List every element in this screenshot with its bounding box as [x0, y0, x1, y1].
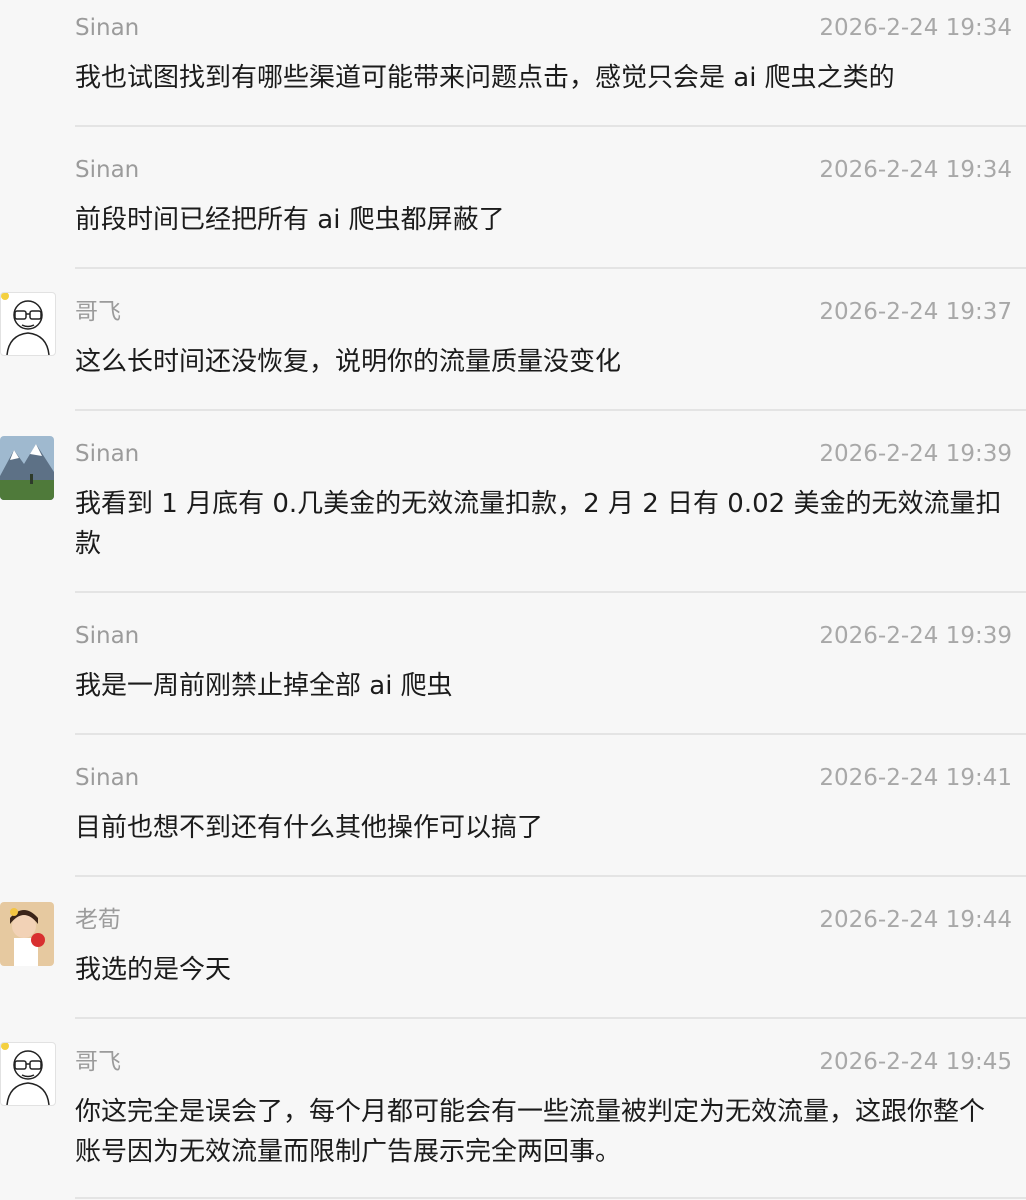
message-divider	[75, 267, 1026, 269]
mountain-photo[interactable]	[0, 436, 54, 500]
message-timestamp: 2026-2-24 19:39	[819, 623, 1012, 649]
sender-name[interactable]: Sinan	[75, 764, 139, 792]
message-text: 这么长时间还没恢复，说明你的流量质量没变化	[75, 347, 622, 377]
message-divider	[75, 125, 1026, 127]
sender-name[interactable]: Sinan	[75, 622, 139, 650]
message-text: 前段时间已经把所有 ai 爬虫都屏蔽了	[75, 205, 505, 235]
message-text: 我是一周前刚禁止掉全部 ai 爬虫	[75, 671, 453, 701]
message-text: 目前也想不到还有什么其他操作可以搞了	[75, 813, 544, 843]
message-timestamp: 2026-2-24 19:39	[819, 441, 1012, 467]
message-divider	[75, 409, 1026, 411]
cartoon-man-icon[interactable]	[0, 1042, 56, 1106]
message-timestamp: 2026-2-24 19:34	[819, 157, 1012, 183]
message-timestamp: 2026-2-24 19:34	[819, 15, 1012, 41]
sender-name[interactable]: 老荀	[75, 906, 121, 934]
sender-name[interactable]: Sinan	[75, 156, 139, 184]
sender-name[interactable]: Sinan	[75, 440, 139, 468]
message-timestamp: 2026-2-24 19:37	[819, 299, 1012, 325]
cartoon-man-icon[interactable]	[0, 292, 56, 356]
sender-name[interactable]: Sinan	[75, 14, 139, 42]
message-divider	[75, 1197, 1026, 1199]
message-timestamp: 2026-2-24 19:41	[819, 765, 1012, 791]
message-divider	[75, 591, 1026, 593]
message-timestamp: 2026-2-24 19:44	[819, 907, 1012, 933]
message-text: 我选的是今天	[75, 955, 232, 985]
message-timestamp: 2026-2-24 19:45	[819, 1049, 1012, 1075]
message-divider	[75, 875, 1026, 877]
child-photo[interactable]	[0, 902, 54, 966]
message-text: 我看到 1 月底有 0.几美金的无效流量扣款，2 月 2 日有 0.02 美金的…	[75, 489, 1002, 559]
chat-message-list[interactable]: Sinan 2026-2-24 19:34 我也试图找到有哪些渠道可能带来问题点…	[0, 0, 1026, 1200]
sender-name[interactable]: 哥飞	[75, 1048, 121, 1076]
message-text: 你这完全是误会了，每个月都可能会有一些流量被判定为无效流量，这跟你整个账号因为无…	[75, 1097, 986, 1167]
message-divider	[75, 1017, 1026, 1019]
sender-name[interactable]: 哥飞	[75, 298, 121, 326]
message-divider	[75, 733, 1026, 735]
message-text: 我也试图找到有哪些渠道可能带来问题点击，感觉只会是 ai 爬虫之类的	[75, 63, 895, 93]
